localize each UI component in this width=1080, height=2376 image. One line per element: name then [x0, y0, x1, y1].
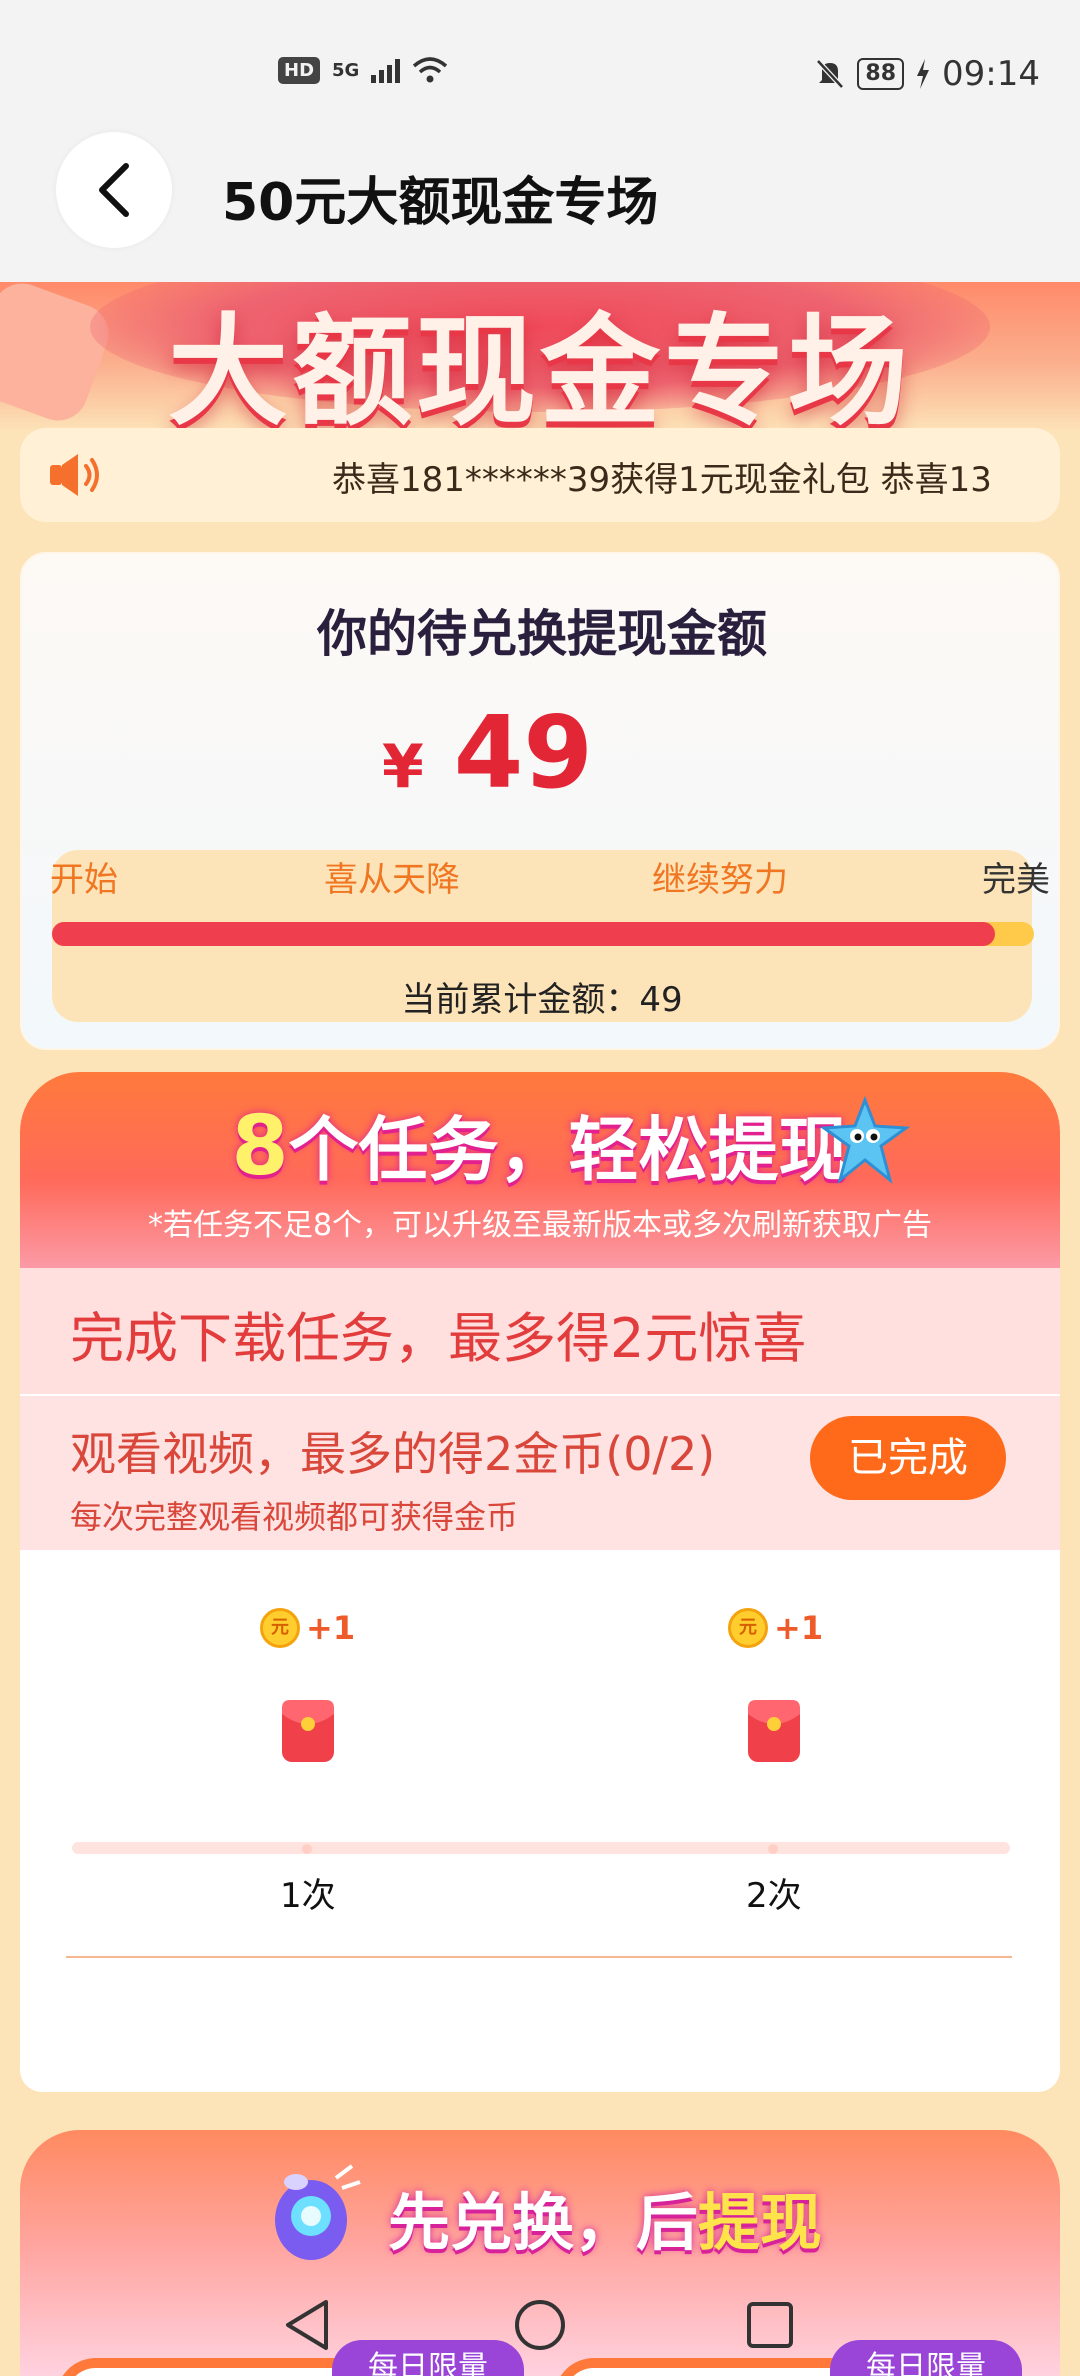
coin-icon: 元: [260, 1608, 300, 1648]
nav-recent-icon: [747, 2302, 793, 2348]
progress-fill: [52, 922, 995, 946]
tasks-headline-text: 个任务，轻松提现: [288, 1109, 849, 1191]
video-task-row: 观看视频，最多的得2金币(0/2) 每次完整观看视频都可获得金币 已完成: [20, 1394, 1060, 1550]
status-bar: HD 5G 88 09:14: [0, 48, 1080, 104]
download-task-header: 完成下载任务，最多得2元惊喜: [20, 1268, 1060, 1394]
milestone-start: 开始: [50, 860, 118, 900]
back-icon: [99, 163, 129, 217]
video-task-desc: 每次完整观看视频都可获得金币: [70, 1498, 519, 1536]
nav-home-button[interactable]: [505, 2290, 575, 2360]
red-packet-icon: [282, 1700, 334, 1762]
balance-amount: ¥ 49: [382, 694, 593, 811]
video-task-title: 观看视频，最多的得2金币(0/2): [70, 1427, 716, 1481]
progress-bar: [52, 922, 1034, 946]
rocket-icon: [275, 2164, 361, 2260]
hero-banner: 大额现金专场: [0, 282, 1080, 432]
reward-steps: 元 +1 元 +1 1次 2次: [20, 1550, 1060, 1950]
mute-bell-icon: [816, 59, 845, 89]
battery-indicator: 88: [857, 58, 905, 90]
notice-text: 恭喜181******39获得1元现金礼包 恭喜13: [332, 460, 992, 500]
signal-icon: [371, 57, 401, 83]
exchange-title-part2: 提现: [698, 2186, 823, 2259]
milestone-labels: 开始 喜从天降 继续努力 完美: [50, 852, 1050, 902]
balance-title: 你的待兑换提现金额: [317, 605, 767, 663]
milestone-perfect: 完美: [982, 860, 1050, 900]
step-reward: 元 +1: [728, 1608, 823, 1648]
speaker-icon: [50, 454, 99, 496]
step-dot: [302, 1844, 312, 1854]
exchange-title-part1: 先兑换，后: [388, 2186, 699, 2259]
mascot-icon: [820, 1096, 910, 1185]
divider: [66, 1956, 1012, 1958]
nav-back-icon: [286, 2300, 328, 2350]
step-label: 1次: [280, 1876, 336, 1916]
download-task-title: 完成下载任务，最多得2元惊喜: [70, 1307, 807, 1370]
hd-indicator: HD: [278, 56, 321, 84]
top-bar: HD 5G 88 09:14 50元大额现金专场: [0, 0, 1080, 282]
step-reward: 元 +1: [260, 1608, 355, 1648]
winner-notice: 恭喜181******39获得1元现金礼包 恭喜13: [20, 428, 1060, 522]
page-title: 50元大额现金专场: [222, 173, 659, 233]
completed-button[interactable]: 已完成: [810, 1416, 1006, 1500]
tasks-subtitle: *若任务不足8个，可以升级至最新版本或多次刷新获取广告: [147, 1208, 933, 1243]
charging-icon: [917, 59, 930, 89]
exchange-title: 先兑换，后提现: [388, 2172, 822, 2262]
tasks-card: 8个任务，轻松提现 *若任务不足8个，可以升级至最新版本或多次刷新获取广告 完成…: [20, 1072, 1060, 2092]
task-count: 8: [231, 1099, 289, 1194]
back-button[interactable]: [56, 132, 172, 248]
accumulated-amount: 当前累计金额：49: [401, 980, 683, 1020]
balance-card: 你的待兑换提现金额 ¥ 49 开始 喜从天降 继续努力 完美 当前累计金额：49: [20, 552, 1060, 1050]
coin-icon: 元: [728, 1608, 768, 1648]
red-packet-icon: [748, 1700, 800, 1762]
milestone-keep-going: 继续努力: [652, 860, 788, 900]
clock: 09:14: [942, 54, 1040, 94]
hero-title: 大额现金专场: [168, 303, 912, 432]
currency-symbol: ¥: [382, 732, 424, 802]
step-track: [72, 1842, 1010, 1854]
milestone-lucky: 喜从天降: [324, 860, 460, 900]
step-label: 2次: [746, 1876, 802, 1916]
nav-home-icon: [515, 2300, 565, 2350]
reward-value: +1: [774, 1609, 824, 1647]
nav-recent-button[interactable]: [735, 2290, 805, 2360]
system-nav-bar: [0, 2276, 1080, 2376]
amount-value: 49: [453, 694, 593, 811]
wifi-icon: [413, 57, 448, 83]
nav-back-button[interactable]: [272, 2290, 342, 2360]
network-type: 5G: [332, 59, 360, 81]
tasks-header: 8个任务，轻松提现 *若任务不足8个，可以升级至最新版本或多次刷新获取广告: [20, 1072, 1060, 1268]
step-dot: [768, 1844, 778, 1854]
reward-value: +1: [306, 1609, 356, 1647]
